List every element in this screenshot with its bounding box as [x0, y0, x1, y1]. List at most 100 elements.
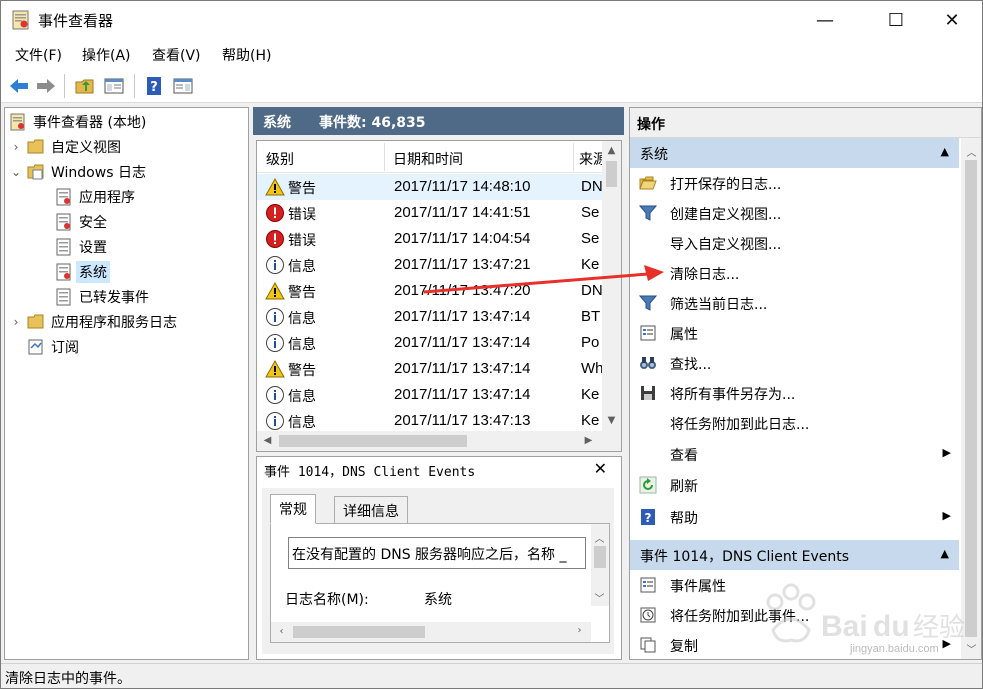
column-datetime[interactable]: 日期和时间: [393, 149, 463, 169]
detail-vertical-scrollbar[interactable]: ︿ ﹀: [591, 524, 609, 606]
scroll-thumb[interactable]: [965, 160, 977, 637]
column-level[interactable]: 级别: [266, 149, 294, 169]
events-horizontal-scrollbar[interactable]: ◀ ▶: [257, 431, 602, 451]
info-icon: [266, 334, 284, 352]
action-save-all-events[interactable]: 将所有事件另存为...: [630, 378, 959, 408]
tree-item-forwarded-events[interactable]: 已转发事件: [55, 285, 149, 309]
scroll-up-icon[interactable]: ︿: [963, 144, 980, 159]
action-filter-current-log[interactable]: 筛选当前日志...: [630, 288, 959, 318]
scroll-up-icon[interactable]: ▲: [603, 145, 620, 156]
menu-action[interactable]: 操作(A): [82, 45, 131, 65]
warning-icon: [265, 359, 285, 378]
tab-general[interactable]: 常规: [270, 494, 316, 524]
scroll-thumb[interactable]: [594, 546, 606, 568]
table-row[interactable]: 信息 2017/11/17 13:47:14 BT: [257, 304, 602, 330]
menu-file[interactable]: 文件(F): [15, 45, 62, 65]
action-import-custom-view[interactable]: 导入自定义视图...: [630, 228, 959, 258]
error-icon: [266, 230, 284, 248]
tree-item-app-service-logs[interactable]: › 应用程序和服务日志: [9, 310, 177, 334]
status-bar: 清除日志中的事件。: [1, 663, 982, 688]
tree-item-subscriptions[interactable]: 订阅: [27, 335, 79, 359]
actions-group-system[interactable]: 系统 ▲: [630, 138, 959, 168]
scroll-down-icon[interactable]: ▼: [603, 415, 620, 426]
menu-help[interactable]: 帮助(H): [222, 45, 271, 65]
event-source: DN: [581, 178, 603, 195]
svg-text:Bai: Bai: [821, 610, 868, 643]
tree-item-system[interactable]: 系统: [55, 260, 110, 284]
show-hide-tree-button[interactable]: [102, 74, 126, 98]
scroll-left-icon[interactable]: ◀: [259, 435, 276, 446]
event-datetime: 2017/11/17 14:04:54: [394, 230, 531, 247]
scroll-left-icon[interactable]: ‹: [273, 626, 290, 637]
folder-log-icon: [27, 164, 44, 180]
maximize-button[interactable]: ☐: [873, 1, 919, 39]
up-folder-button[interactable]: [73, 74, 97, 98]
collapse-icon[interactable]: ▲: [941, 145, 949, 158]
action-attach-task-to-log[interactable]: 将任务附加到此日志...: [630, 408, 959, 438]
table-row[interactable]: 错误 2017/11/17 14:41:51 Se: [257, 200, 602, 226]
tree-item-custom-views[interactable]: › 自定义视图: [9, 135, 121, 159]
open-folder-icon: [639, 176, 657, 190]
scroll-thumb[interactable]: [279, 435, 467, 447]
event-level: 错误: [288, 207, 316, 223]
actions-group-event[interactable]: 事件 1014，DNS Client Events ▲: [630, 540, 959, 570]
scroll-thumb[interactable]: [293, 626, 425, 638]
detail-horizontal-scrollbar[interactable]: ‹ ›: [271, 622, 591, 642]
tree-item-application[interactable]: 应用程序: [55, 185, 135, 209]
scroll-down-icon[interactable]: ﹀: [591, 590, 608, 605]
table-row[interactable]: 警告 2017/11/17 13:47:14 Wh: [257, 356, 604, 382]
action-open-saved-log[interactable]: 打开保存的日志...: [630, 168, 959, 198]
scroll-right-icon[interactable]: ▶: [580, 435, 597, 446]
minimize-button[interactable]: —: [802, 1, 848, 39]
scroll-up-icon[interactable]: ︿: [591, 530, 608, 545]
event-level: 信息: [288, 415, 316, 431]
forward-button[interactable]: [34, 74, 58, 98]
close-button[interactable]: ✕: [929, 1, 975, 39]
tree-item-setup[interactable]: 设置: [55, 235, 107, 259]
scroll-right-icon[interactable]: ›: [571, 625, 588, 636]
chevron-right-icon[interactable]: ›: [9, 140, 23, 154]
back-arrow-icon: [10, 79, 28, 93]
event-source: Ke: [581, 386, 600, 403]
action-clear-log[interactable]: 清除日志...: [630, 258, 959, 288]
tree-item-windows-logs[interactable]: ⌄ Windows 日志: [9, 160, 146, 184]
action-properties[interactable]: 属性: [630, 318, 959, 348]
event-source: BT: [581, 308, 601, 325]
event-level: 警告: [288, 285, 316, 301]
menu-view[interactable]: 查看(V): [152, 45, 201, 65]
column-source[interactable]: 来源: [579, 149, 602, 169]
title-bar: 事件查看器 — ☐ ✕: [1, 1, 982, 39]
chevron-down-icon[interactable]: ⌄: [9, 165, 23, 179]
tab-details[interactable]: 详细信息: [334, 496, 408, 524]
help-button[interactable]: ?: [142, 74, 166, 98]
help-book-icon: ?: [147, 77, 161, 95]
watermark-url: jingyan.baidu.com: [850, 643, 939, 655]
event-level: 警告: [288, 181, 316, 197]
folder-icon: [27, 139, 44, 154]
table-row[interactable]: 信息 2017/11/17 13:47:14 Po: [257, 330, 602, 356]
tree-item-root[interactable]: 事件查看器 (本地): [9, 110, 146, 134]
event-message[interactable]: 在没有配置的 DNS 服务器响应之后，名称 _: [288, 537, 586, 569]
scroll-thumb[interactable]: [606, 161, 617, 187]
action-help[interactable]: ? 帮助 ▶: [630, 502, 959, 532]
event-detail-body: 在没有配置的 DNS 服务器响应之后，名称 _ 日志名称(M): 系统 ︿ ﹀ …: [262, 488, 614, 654]
action-refresh[interactable]: 刷新: [630, 470, 959, 500]
action-view[interactable]: 查看 ▶: [630, 439, 959, 469]
show-hide-action-pane-button[interactable]: [171, 74, 195, 98]
close-detail-button[interactable]: ✕: [594, 459, 607, 478]
tree-item-security[interactable]: 安全: [55, 210, 107, 234]
event-level: 信息: [288, 337, 316, 353]
back-button[interactable]: [7, 74, 31, 98]
actions-header: 操作: [630, 108, 981, 138]
folder-up-icon: [75, 79, 94, 94]
events-header: 级别 日期和时间 来源: [257, 141, 602, 173]
collapse-icon[interactable]: ▲: [941, 547, 949, 560]
log-icon: [56, 288, 71, 306]
table-row[interactable]: 错误 2017/11/17 14:04:54 Se: [257, 226, 602, 252]
table-row[interactable]: 警告 2017/11/17 14:48:10 DN: [257, 174, 603, 200]
action-find[interactable]: 查找...: [630, 348, 959, 378]
chevron-right-icon[interactable]: ›: [9, 315, 23, 329]
table-row[interactable]: 信息 2017/11/17 13:47:14 Ke: [257, 382, 602, 408]
log-name-value: 系统: [424, 592, 452, 608]
action-create-custom-view[interactable]: 创建自定义视图...: [630, 198, 959, 228]
